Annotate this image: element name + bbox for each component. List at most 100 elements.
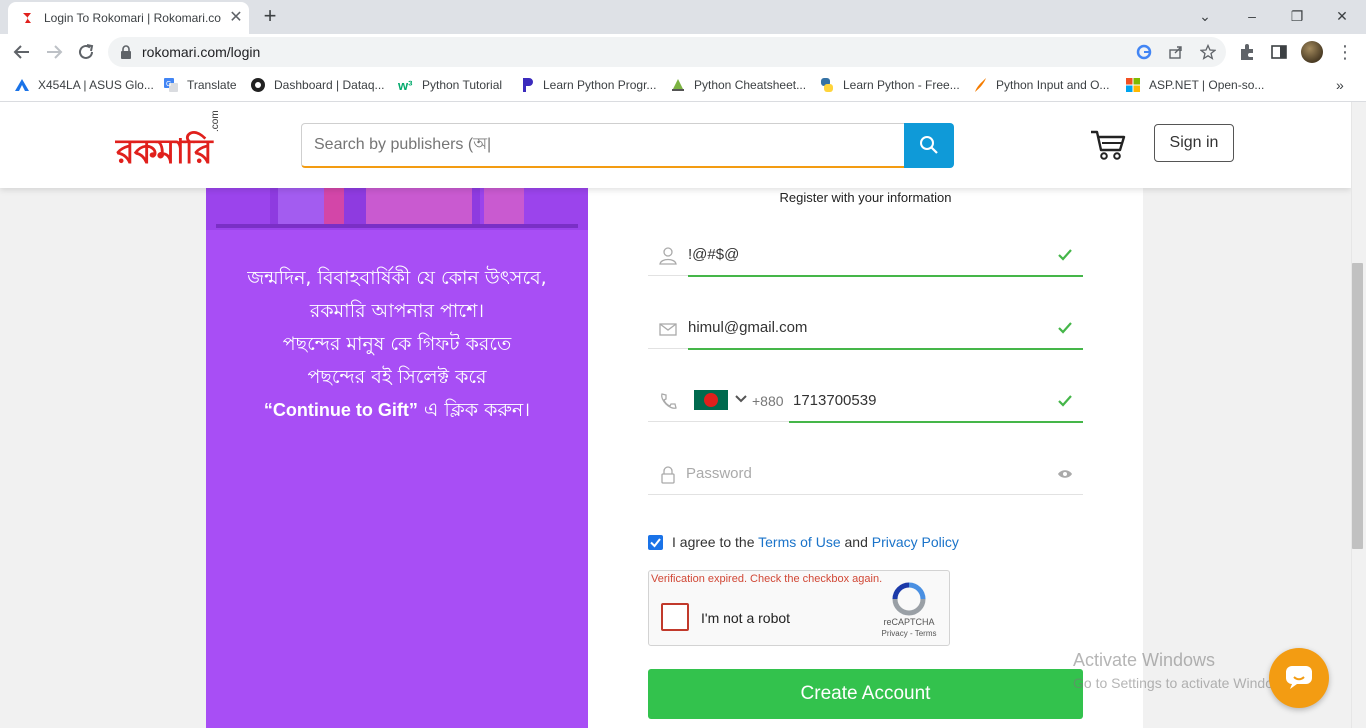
lock-icon[interactable] <box>120 45 132 59</box>
valid-underline <box>789 421 1083 423</box>
profile-avatar[interactable] <box>1301 41 1323 63</box>
activate-windows-watermark: Activate Windows Go to Settings to activ… <box>1073 650 1294 691</box>
search-input[interactable] <box>314 136 874 154</box>
browser-tab[interactable]: Login To Rokomari | Rokomari.co ✕ <box>8 2 249 34</box>
phone-icon <box>661 393 677 409</box>
country-code: +880 <box>752 393 784 409</box>
recaptcha-links[interactable]: Privacy - Terms <box>873 629 945 638</box>
w3schools-icon: w³ <box>398 78 413 93</box>
recaptcha-error: Verification expired. Check the checkbox… <box>651 573 883 585</box>
cheatsheet-icon <box>672 79 684 91</box>
browser-tabstrip: Login To Rokomari | Rokomari.co ✕ + ⌄ – … <box>0 0 1366 34</box>
valid-underline <box>688 348 1083 350</box>
bookmark-python-tutorial[interactable]: w³ Python Tutorial <box>398 77 502 95</box>
phone-field[interactable]: +880 1713700539 <box>648 382 1083 423</box>
asus-icon <box>15 79 29 91</box>
recaptcha-widget: Verification expired. Check the checkbox… <box>648 570 950 646</box>
python-icon <box>821 78 833 92</box>
email-value: himul@gmail.com <box>688 319 808 336</box>
chevron-down-icon[interactable] <box>734 394 748 404</box>
extensions-icon[interactable] <box>1238 43 1256 61</box>
envelope-icon <box>659 323 677 336</box>
logo-suffix: .com <box>210 110 221 132</box>
search-icon <box>920 136 938 154</box>
bookmark-aspnet[interactable]: ASP.NET | Open-so... <box>1125 77 1264 95</box>
google-icon[interactable] <box>1136 44 1152 60</box>
cart-icon[interactable] <box>1089 128 1127 162</box>
programiz-icon <box>523 78 533 92</box>
recaptcha-brand: reCAPTCHA <box>883 617 935 627</box>
more-bookmarks-icon[interactable]: » <box>1336 77 1344 95</box>
bookmark-asus[interactable]: X454LA | ASUS Glo... <box>14 77 154 95</box>
microsoft-icon <box>1126 78 1140 92</box>
form-subtitle: Register with your information <box>779 190 952 205</box>
check-icon <box>1058 249 1072 261</box>
password-placeholder: Password <box>686 465 752 482</box>
search-box[interactable] <box>301 123 905 168</box>
url-text: rokomari.com/login <box>142 44 261 60</box>
address-bar[interactable]: rokomari.com/login <box>108 37 1226 67</box>
check-icon <box>1058 395 1072 407</box>
site-header: রকমারি .com Sign in <box>0 102 1351 188</box>
new-tab-icon[interactable]: + <box>258 5 282 29</box>
javatpoint-icon <box>975 78 986 92</box>
menu-icon[interactable]: ⋮ <box>1336 43 1354 61</box>
translate-icon: G <box>164 78 178 92</box>
tab-title: Login To Rokomari | Rokomari.co <box>44 11 221 25</box>
register-form: Register with your information !@#$@ him… <box>588 188 1143 728</box>
bangladesh-flag-icon[interactable] <box>694 390 728 410</box>
recaptcha-checkbox[interactable] <box>661 603 689 631</box>
user-icon <box>659 247 677 265</box>
sign-in-button[interactable]: Sign in <box>1154 124 1234 162</box>
terms-link[interactable]: Terms of Use <box>758 534 840 550</box>
bookmark-javatpoint[interactable]: Python Input and O... <box>972 77 1109 95</box>
share-icon[interactable] <box>1168 44 1184 60</box>
forward-icon[interactable] <box>43 41 65 63</box>
svg-text:G: G <box>166 81 171 88</box>
recaptcha-label: I'm not a robot <box>701 610 791 626</box>
restore-icon[interactable]: ❐ <box>1284 4 1310 28</box>
page-content: রকমারি .com Sign in জন্মদিন, বিবাহবার্ষি… <box>0 102 1351 728</box>
dataquest-icon <box>251 78 265 92</box>
phone-value: 1713700539 <box>793 392 877 409</box>
gift-promo-panel: জন্মদিন, বিবাহবার্ষিকী যে কোন উৎসবে, রকম… <box>206 188 588 728</box>
check-icon <box>1058 322 1072 334</box>
name-value: !@#$@ <box>688 246 740 263</box>
agree-text: I agree to the Terms of Use and Privacy … <box>672 534 959 550</box>
rokomari-favicon-icon <box>23 13 31 23</box>
bookmark-star-icon[interactable] <box>1200 44 1216 60</box>
name-field[interactable]: !@#$@ <box>648 236 1083 277</box>
minimize-icon[interactable]: – <box>1239 4 1265 28</box>
padlock-icon <box>661 466 675 484</box>
side-panel-icon[interactable] <box>1270 43 1288 61</box>
email-field[interactable]: himul@gmail.com <box>648 309 1083 350</box>
bookmark-cheatsheet[interactable]: Python Cheatsheet... <box>670 77 806 95</box>
chat-icon <box>1286 666 1312 689</box>
promo-illustration <box>206 188 588 230</box>
privacy-link[interactable]: Privacy Policy <box>872 534 959 550</box>
svg-text:w³: w³ <box>398 78 413 93</box>
close-tab-icon[interactable]: ✕ <box>226 8 246 28</box>
promo-message: জন্মদিন, বিবাহবার্ষিকী যে কোন উৎসবে, রকম… <box>247 267 547 421</box>
agree-checkbox[interactable] <box>648 535 663 550</box>
back-icon[interactable] <box>11 41 33 63</box>
tab-search-icon[interactable]: ⌄ <box>1192 4 1218 28</box>
reload-icon[interactable] <box>75 41 97 63</box>
browser-toolbar: rokomari.com/login ⋮ <box>0 34 1366 70</box>
chat-button[interactable] <box>1269 648 1329 708</box>
eye-icon[interactable] <box>1057 467 1073 481</box>
bookmark-learn-python[interactable]: Learn Python - Free... <box>819 77 960 95</box>
bookmark-translate[interactable]: G Translate <box>163 77 237 95</box>
window-close-icon[interactable]: ✕ <box>1329 4 1355 28</box>
bookmarks-bar: X454LA | ASUS Glo... G Translate Dashboar… <box>0 70 1366 102</box>
rokomari-logo[interactable]: রকমারি <box>116 126 213 183</box>
bookmark-programiz[interactable]: Learn Python Progr... <box>519 77 656 95</box>
password-field[interactable]: Password <box>648 455 1083 495</box>
valid-underline <box>688 275 1083 277</box>
bookmark-dataquest[interactable]: Dashboard | Dataq... <box>250 77 385 95</box>
checkmark-icon <box>650 538 661 548</box>
scrollbar-thumb[interactable] <box>1352 263 1363 549</box>
create-account-button[interactable]: Create Account <box>648 669 1083 719</box>
search-button[interactable] <box>904 123 954 168</box>
recaptcha-icon <box>892 582 926 616</box>
